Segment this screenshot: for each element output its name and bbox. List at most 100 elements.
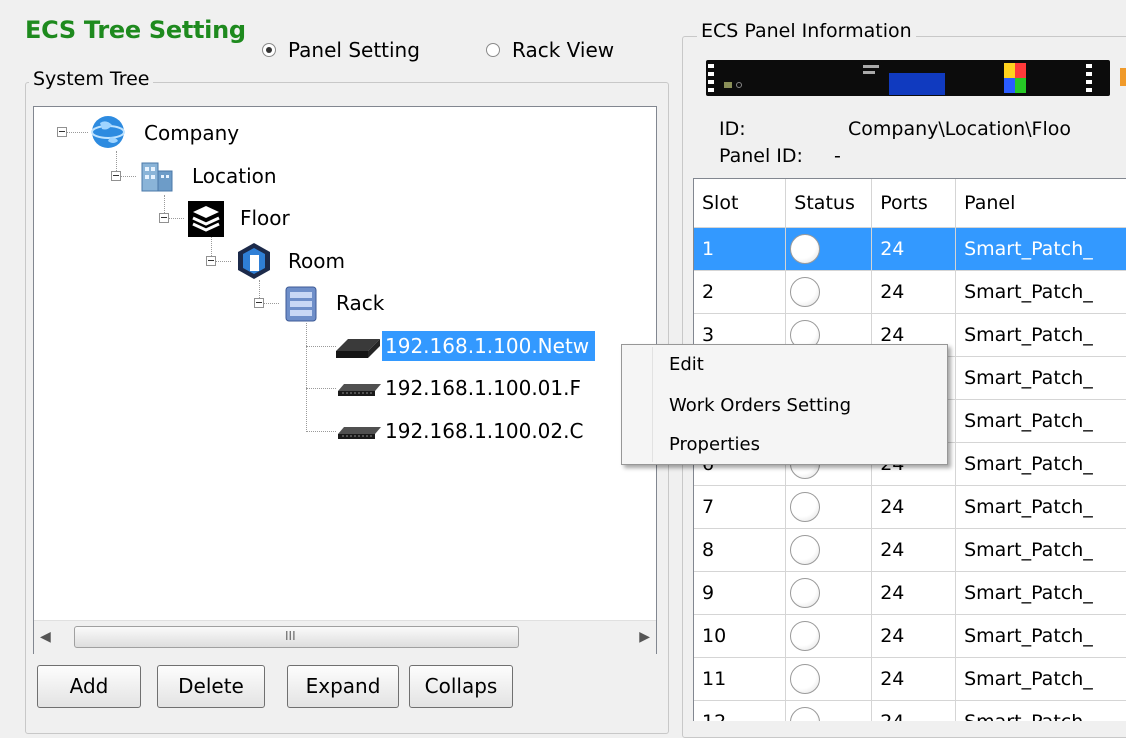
panel-cell: Smart_Patch_ [955,227,1126,271]
id-value: Company\Location\Floo [848,118,1072,140]
table-row[interactable]: 12 24Smart_Patch_ [694,700,1126,721]
status-circle-icon [790,707,821,721]
tree-node-location[interactable]: Location [192,161,277,191]
panel-cell: Smart_Patch_ [955,571,1126,615]
id-label: ID: [719,118,746,140]
radio-rack-view[interactable]: Rack View [486,38,614,62]
system-tree[interactable]: Company Location Floor Room Rack 192.168… [33,106,657,654]
patch-panel-icon [338,427,381,439]
menu-item-edit[interactable]: Edit [669,354,704,375]
collapse-toggle-icon[interactable] [206,256,216,266]
expand-button[interactable]: Expand [287,665,399,708]
status-cell [785,571,873,615]
status-circle-icon [790,621,821,651]
status-cell [785,700,873,721]
status-circle-icon [790,535,821,565]
table-row[interactable]: 1 24 Smart_Patch_ [694,227,1126,271]
panel-info-group-label: ECS Panel Information [697,20,916,42]
status-circle-icon [790,578,821,608]
table-row[interactable]: 7 24 Smart_Patch_ [694,485,1126,529]
slot-cell: 11 [694,657,787,701]
layers-icon [188,201,224,237]
table-row[interactable]: 2 24 Smart_Patch_ [694,270,1126,314]
ports-cell: 24 [871,227,957,271]
status-circle-icon [790,234,821,264]
room-icon [238,243,270,279]
collapse-button[interactable]: Collaps [409,665,513,708]
rack-icon [285,286,317,322]
tree-node-company[interactable]: Company [144,118,239,148]
device-front-panel-image [706,60,1110,96]
slot-cell: 1 [694,227,787,271]
radio-unselected-icon[interactable] [486,43,500,57]
slot-cell: 2 [694,270,787,314]
collapse-toggle-icon[interactable] [159,213,169,223]
tree-horizontal-scrollbar[interactable]: ◀ III ▶ [34,620,656,654]
column-header-slot[interactable]: Slot [694,179,787,228]
table-row[interactable]: 11 24 Smart_Patch_ [694,657,1126,701]
tree-node-patch-panel-01[interactable]: 192.168.1.100.01.F [385,373,581,403]
slot-cell: 10 [694,614,787,658]
ports-cell: 24 [871,485,957,529]
patch-panel-icon [338,384,381,396]
collapse-toggle-icon[interactable] [111,171,121,181]
radio-panel-setting[interactable]: Panel Setting [262,38,420,62]
panel-cell: Smart_Patch_ [955,313,1126,357]
slot-cell: 12 [694,700,787,721]
tree-node-network-device[interactable]: 192.168.1.100.Netw [382,331,596,361]
panel-cell: Smart_Patch_ [955,442,1126,486]
radio-selected-icon[interactable] [262,43,276,57]
status-indicator [1120,68,1126,86]
status-cell [785,270,873,314]
page-title: ECS Tree Setting [25,16,246,44]
tree-node-rack[interactable]: Rack [336,288,384,318]
scroll-thumb[interactable]: III [74,626,519,648]
table-row[interactable]: 9 24 Smart_Patch_ [694,571,1126,615]
scroll-left-arrow-icon[interactable]: ◀ [40,629,51,645]
add-button[interactable]: Add [37,665,141,708]
scroll-right-arrow-icon[interactable]: ▶ [639,629,650,645]
table-row[interactable]: 8 24 Smart_Patch_ [694,528,1126,572]
tree-node-room[interactable]: Room [288,246,345,276]
scroll-grip: III [285,629,296,643]
tree-node-patch-panel-02[interactable]: 192.168.1.100.02.C [385,416,583,446]
panel-cell: Smart_Patch_ [955,528,1126,572]
ports-cell: 24 [871,700,957,721]
panel-cell: Smart_Patch_ [955,485,1126,529]
collapse-toggle-icon[interactable] [57,127,67,137]
column-header-panel[interactable]: Panel [955,179,1126,228]
system-tree-group-label: System Tree [29,68,154,90]
panel-cell: Smart_Patch_ [955,356,1126,400]
column-header-ports[interactable]: Ports [871,179,957,228]
table-header-row: Slot Status Ports Panel [694,179,1126,228]
menu-item-properties[interactable]: Properties [669,434,760,455]
panel-cell: Smart_Patch_ [955,657,1126,701]
status-cell [785,227,873,271]
delete-button[interactable]: Delete [157,665,265,708]
ports-cell: 24 [871,657,957,701]
menu-item-work-orders-setting[interactable]: Work Orders Setting [669,395,851,416]
tree-node-floor[interactable]: Floor [240,203,290,233]
slot-cell: 9 [694,571,787,615]
ports-cell: 24 [871,571,957,615]
slot-cell: 7 [694,485,787,529]
radio-rack-view-label: Rack View [512,38,615,62]
collapse-toggle-icon[interactable] [254,298,264,308]
status-cell [785,528,873,572]
network-device-icon [336,339,380,358]
building-icon [141,162,173,192]
status-circle-icon [790,277,821,307]
panel-cell: Smart_Patch_ [955,399,1126,443]
panel-cell: Smart_Patch_ [955,614,1126,658]
ports-cell: 24 [871,528,957,572]
ports-cell: 24 [871,614,957,658]
slot-cell: 8 [694,528,787,572]
status-cell [785,485,873,529]
radio-panel-setting-label: Panel Setting [288,38,420,62]
status-cell [785,614,873,658]
status-circle-icon [790,492,821,522]
column-header-status[interactable]: Status [785,179,873,228]
table-row[interactable]: 10 24 Smart_Patch_ [694,614,1126,658]
panel-cell: Smart_Patch_ [955,700,1126,721]
status-circle-icon [790,664,821,694]
